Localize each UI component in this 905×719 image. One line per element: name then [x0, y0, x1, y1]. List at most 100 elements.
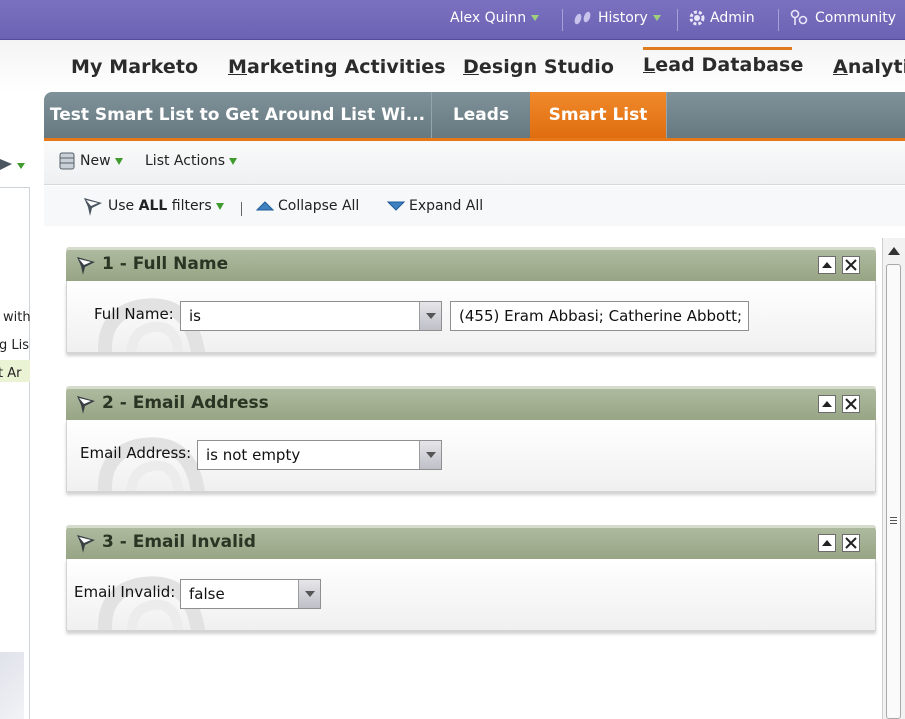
- field-label-email-invalid: Email Invalid:: [74, 583, 176, 601]
- tab-label-accesskey: A: [833, 56, 848, 78]
- admin-link[interactable]: Admin: [688, 0, 755, 38]
- scrollbar-thumb[interactable]: [886, 264, 901, 719]
- database-icon: [59, 152, 75, 170]
- tab-design-studio[interactable]: Design Studio: [463, 56, 614, 78]
- collapse-card-icon: [822, 540, 832, 546]
- collapse-all-button[interactable]: Collapse All: [255, 198, 360, 214]
- input-value: (455) Eram Abbasi; Catherine Abbott;: [459, 307, 743, 325]
- funnel-icon[interactable]: [0, 156, 30, 174]
- select-dropdown-button[interactable]: [298, 580, 320, 608]
- tab-label: arketing Activities: [247, 56, 446, 78]
- tab-my-marketo[interactable]: My Marketo: [71, 56, 198, 78]
- user-menu[interactable]: Alex Quinn: [450, 0, 540, 38]
- collapse-all-label: Collapse All: [278, 198, 360, 214]
- operator-value: false: [189, 585, 225, 603]
- collapse-card-button[interactable]: [818, 534, 836, 552]
- sub-tabs: Test Smart List to Get Around List Wi...…: [44, 92, 905, 138]
- sidebar-tree-item[interactable]: g Lis: [0, 338, 29, 353]
- filter-card-full-name: 1 - Full Name Full Name: is (455) Eram A…: [66, 247, 876, 357]
- header-highlight: [66, 247, 876, 250]
- sidebar-footer-decoration: [0, 652, 24, 719]
- close-icon: [845, 537, 857, 549]
- collapse-card-button[interactable]: [818, 395, 836, 413]
- funnel-icon: [77, 257, 95, 275]
- filter-card-title: 2 - Email Address: [102, 393, 269, 413]
- tab-lead-database[interactable]: Lead Database: [643, 54, 803, 76]
- main-navigation: My Marketo Marketing Activities Design S…: [0, 40, 905, 92]
- operator-select-email-address[interactable]: is not empty: [197, 440, 442, 470]
- active-tab-indicator: [643, 47, 792, 50]
- operator-select-email-invalid[interactable]: false: [180, 579, 321, 609]
- header-highlight: [66, 525, 876, 528]
- tab-label-accesskey: D: [463, 56, 479, 78]
- tab-label-accesskey: L: [643, 54, 656, 76]
- subtab-leads[interactable]: Leads: [432, 92, 530, 138]
- expand-all-button[interactable]: Expand All: [386, 198, 484, 214]
- chevron-down-icon: [426, 313, 436, 319]
- select-dropdown-button[interactable]: [419, 441, 441, 469]
- select-dropdown-button[interactable]: [419, 302, 441, 330]
- expand-all-label: Expand All: [409, 198, 484, 214]
- list-actions-button[interactable]: List Actions: [145, 153, 238, 169]
- filterbar-divider: [241, 202, 242, 216]
- operator-value: is: [189, 307, 201, 325]
- operator-value: is not empty: [206, 446, 301, 464]
- collapse-card-icon: [822, 262, 832, 268]
- topbar-divider: [677, 9, 678, 31]
- field-label-full-name: Full Name:: [94, 305, 174, 323]
- tab-analytics[interactable]: Analytic: [833, 56, 905, 78]
- list-actions-label: List Actions: [145, 153, 226, 169]
- close-icon: [845, 259, 857, 271]
- remove-filter-button[interactable]: [842, 534, 860, 552]
- people-icon: [790, 9, 808, 25]
- filter-card-title: 3 - Email Invalid: [102, 532, 256, 552]
- remove-filter-button[interactable]: [842, 256, 860, 274]
- use-filters-suffix: filters: [167, 198, 212, 214]
- sidebar-tree-item[interactable]: with: [3, 310, 31, 325]
- filter-card-header[interactable]: 1 - Full Name: [66, 247, 876, 281]
- tab-marketing-activities[interactable]: Marketing Activities: [228, 56, 446, 78]
- scroll-up-arrow-icon[interactable]: [888, 247, 900, 255]
- tab-label: esign Studio: [478, 56, 614, 78]
- filter-card-body: Email Address: is not empty: [66, 420, 876, 492]
- history-menu[interactable]: History: [572, 0, 661, 38]
- chevron-down-icon: [426, 452, 436, 458]
- triangle-down-icon: [386, 201, 406, 211]
- filter-card-header[interactable]: 2 - Email Address: [66, 386, 876, 420]
- new-button[interactable]: New: [57, 151, 123, 171]
- full-name-value-input[interactable]: (455) Eram Abbasi; Catherine Abbott;: [450, 301, 749, 331]
- new-dropdown-icon: [114, 157, 123, 165]
- filter-card-body: Email Invalid: false: [66, 559, 876, 631]
- subtab-label: Test Smart List to Get Around List Wi...: [49, 105, 426, 125]
- community-label: Community: [815, 10, 897, 26]
- user-name: Alex Quinn: [450, 10, 527, 26]
- filter-card-email-address: 2 - Email Address Email Address: is not …: [66, 386, 876, 496]
- tab-label: ead Database: [655, 54, 804, 76]
- filter-logic-bar: Use ALL filters Collapse All Expand All: [44, 186, 905, 226]
- history-label: History: [598, 10, 648, 26]
- sidebar-tree-panel: [0, 187, 30, 719]
- user-menu-dropdown-icon: [531, 15, 540, 21]
- collapse-card-button[interactable]: [818, 256, 836, 274]
- use-all-filters-dropdown[interactable]: Use ALL filters: [82, 194, 224, 218]
- chevron-down-icon: [305, 591, 315, 597]
- header-highlight: [66, 386, 876, 389]
- vertical-scrollbar[interactable]: [882, 238, 905, 719]
- close-icon: [845, 398, 857, 410]
- filter-card-header[interactable]: 3 - Email Invalid: [66, 525, 876, 559]
- left-sidebar: with g Lis t Ar: [0, 92, 36, 719]
- filter-card-body: Full Name: is (455) Eram Abbasi; Catheri…: [66, 281, 876, 353]
- funnel-icon: [84, 198, 102, 216]
- subtab-smart-list-name[interactable]: Test Smart List to Get Around List Wi...: [44, 92, 431, 138]
- triangle-up-icon: [255, 201, 275, 211]
- admin-label: Admin: [710, 10, 755, 26]
- subtab-smart-list[interactable]: Smart List: [530, 92, 666, 138]
- funnel-icon: [77, 396, 95, 414]
- tab-label-accesskey: M: [228, 56, 248, 78]
- sidebar-tree-item-selected[interactable]: t Ar: [0, 366, 21, 381]
- list-actions-dropdown-icon: [229, 157, 238, 165]
- operator-select-full-name[interactable]: is: [180, 301, 442, 331]
- remove-filter-button[interactable]: [842, 395, 860, 413]
- community-link[interactable]: Community: [789, 0, 896, 38]
- tab-label: My Marketo: [71, 56, 199, 78]
